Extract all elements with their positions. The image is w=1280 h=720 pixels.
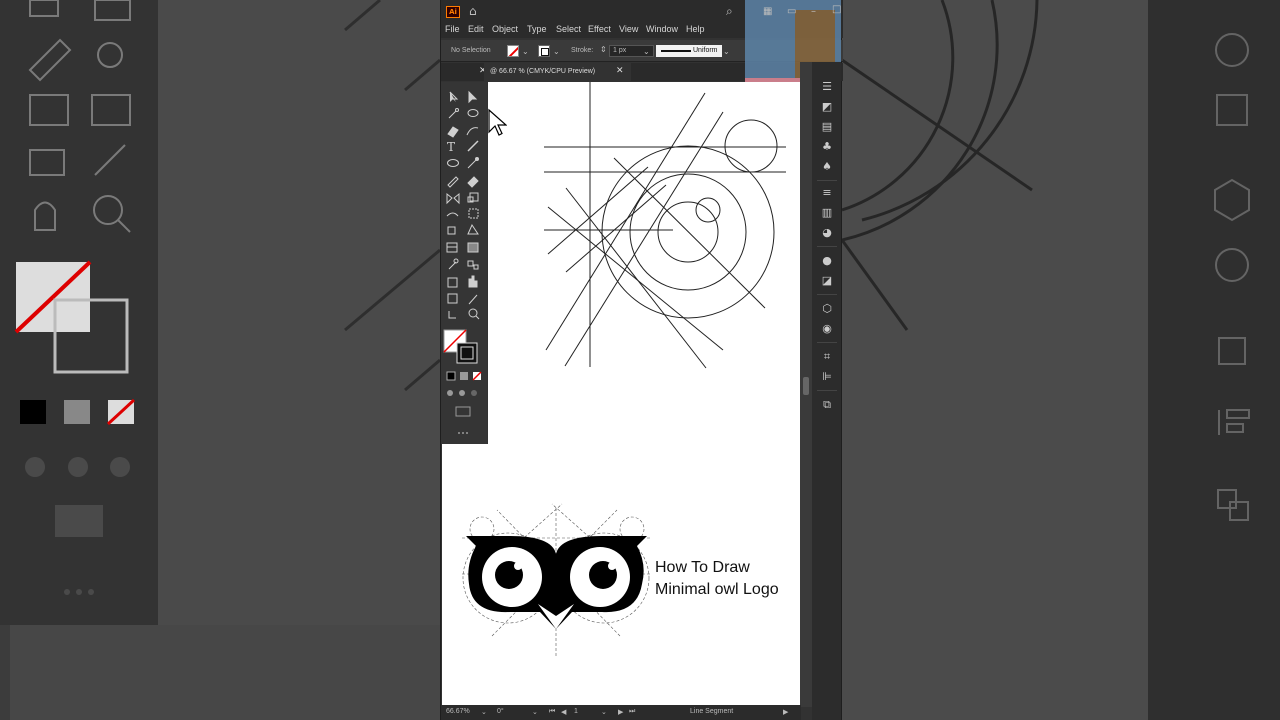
gradient-icon[interactable]: ▥ <box>820 206 834 220</box>
first-artboard-icon[interactable]: ⏮ <box>549 708 555 716</box>
menu-help[interactable]: Help <box>686 24 705 34</box>
close-icon[interactable]: ✕ <box>616 66 624 76</box>
menu-type[interactable]: Type <box>527 24 547 34</box>
stroke-profile-line <box>661 50 691 52</box>
panel-separator <box>817 180 837 181</box>
properties-icon[interactable]: ☰ <box>820 80 834 94</box>
last-artboard-icon[interactable]: ⏭ <box>629 708 635 716</box>
promo-title-line1: How To Draw <box>655 559 750 576</box>
menu-object[interactable]: Object <box>492 24 518 34</box>
transparency-icon[interactable]: ◕ <box>820 226 834 240</box>
current-tool-name: Line Segment <box>690 708 734 715</box>
artboard-number[interactable]: 1 <box>574 708 578 715</box>
menu-effect[interactable]: Effect <box>588 24 611 34</box>
search-icon[interactable]: ⌕ <box>726 5 733 17</box>
stroke-profile-label: Uniform <box>693 47 718 54</box>
tools-icons: T <box>443 90 482 434</box>
menu-edit[interactable]: Edit <box>468 24 484 34</box>
rotation-value[interactable]: 0° <box>497 708 504 715</box>
panel-separator <box>817 294 837 295</box>
minimize-icon[interactable]: – <box>811 6 816 18</box>
brushes-icon[interactable]: ♠ <box>820 160 834 174</box>
screen: Ai ⌂ ⌕ File Edit Object Type Select Effe… <box>0 0 1280 720</box>
chevron-down-icon[interactable]: ⌄ <box>643 46 650 58</box>
panel-separator <box>817 342 837 343</box>
maximize-icon[interactable]: □ <box>832 4 841 16</box>
promo-title-line2: Minimal owl Logo <box>655 581 779 598</box>
tools-panel: T <box>441 82 487 444</box>
stepper-icon[interactable]: ⇕ <box>600 44 607 56</box>
scrollbar-thumb[interactable] <box>803 377 809 395</box>
appearance-icon[interactable]: ● <box>820 254 834 268</box>
stroke-label: Stroke: <box>571 47 594 54</box>
menu-view[interactable]: View <box>619 24 638 34</box>
background-right-art <box>842 0 1250 521</box>
home-icon[interactable]: ⌂ <box>469 5 477 17</box>
align-icon[interactable]: ⊫ <box>820 370 834 384</box>
pathfinder-icon[interactable]: ⧉ <box>820 398 834 412</box>
artboard-upper[interactable] <box>488 82 800 444</box>
stroke-swatch[interactable] <box>538 45 550 57</box>
svg-text:T: T <box>447 140 455 154</box>
previous-artboard-icon[interactable]: ◀ <box>561 708 566 716</box>
panel-separator <box>817 246 837 247</box>
chevron-down-icon[interactable]: ⌄ <box>522 46 529 58</box>
mouse-cursor <box>488 108 507 136</box>
background-right <box>842 0 1280 720</box>
zoom-level[interactable]: 66.67% <box>446 708 470 715</box>
recolor-icon[interactable]: ◉ <box>820 322 834 336</box>
workspace-icon[interactable]: ▦ <box>763 6 772 18</box>
background-left-art <box>14 0 440 595</box>
fill-swatch[interactable] <box>507 45 519 57</box>
vertical-scrollbar[interactable] <box>800 62 812 707</box>
panel-separator <box>817 390 837 391</box>
menu-select[interactable]: Select <box>556 24 581 34</box>
stroke-weight-value: 1 px <box>613 47 627 54</box>
chevron-down-icon[interactable]: ⌄ <box>532 708 538 716</box>
symbols-icon[interactable]: ♣ <box>820 140 834 154</box>
document-tab-label: @ 66.67 % (CMYK/CPU Preview) <box>490 68 596 75</box>
chevron-down-icon[interactable]: ⌄ <box>553 46 560 58</box>
status-bar: 66.67% ⌄ 0° ⌄ ⏮ ◀ 1 ⌄ ▶ ⏭ Line Segment ▶ <box>441 705 801 720</box>
libraries-icon[interactable]: ▤ <box>820 120 834 134</box>
selection-status: No Selection <box>451 47 491 54</box>
app-logo: Ai <box>446 6 460 18</box>
chevron-down-icon[interactable]: ⌄ <box>601 708 607 716</box>
3d-icon[interactable]: ⬡ <box>820 302 834 316</box>
construction-drawing[interactable] <box>488 82 800 444</box>
document-tab[interactable]: @ 66.67 % (CMYK/CPU Preview) <box>484 63 631 81</box>
stroke-icon[interactable]: ≡ <box>820 186 834 200</box>
menu-file[interactable]: File <box>445 24 460 34</box>
menu-window[interactable]: Window <box>646 24 678 34</box>
chevron-down-icon[interactable]: ⌄ <box>723 46 730 58</box>
arrange-icon[interactable]: ▭ <box>787 6 796 18</box>
transform-icon[interactable]: ⌗ <box>820 350 834 364</box>
chevron-down-icon[interactable]: ⌄ <box>481 708 487 716</box>
background-left <box>0 0 440 720</box>
panel-dock: ☰ ◩ ▤ ♣ ♠ ≡ ▥ ◕ ● ◪ ⬡ ◉ ⌗ ⊫ ⧉ <box>812 62 841 720</box>
graphic-styles-icon[interactable]: ◪ <box>820 274 834 288</box>
next-artboard-icon[interactable]: ▶ <box>618 708 623 716</box>
status-menu-icon[interactable]: ▶ <box>783 708 788 716</box>
layers-icon[interactable]: ◩ <box>820 100 834 114</box>
